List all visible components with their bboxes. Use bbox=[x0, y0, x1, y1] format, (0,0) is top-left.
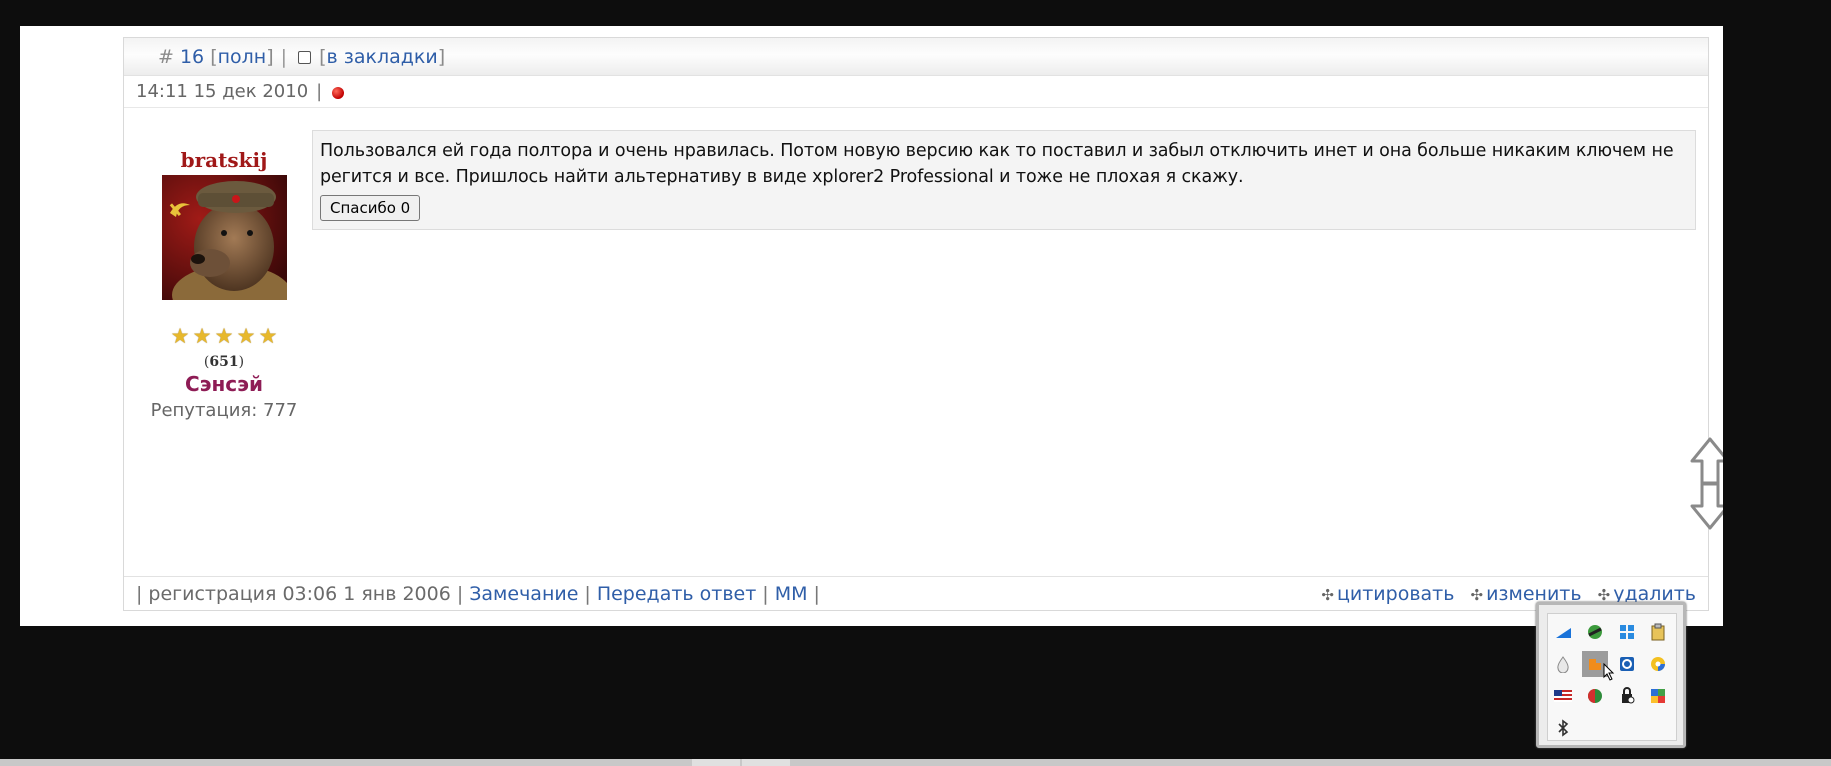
red-green-circle-icon[interactable] bbox=[1582, 683, 1608, 709]
scroll-up-down-icon[interactable] bbox=[1688, 436, 1723, 531]
post-hash: # bbox=[158, 45, 174, 68]
message-body: Пользовался ей года полтора и очень нрав… bbox=[312, 130, 1696, 230]
taskbar-button[interactable] bbox=[742, 759, 790, 766]
multicolor-app-icon[interactable] bbox=[1645, 683, 1671, 709]
star-icon: ★ bbox=[192, 324, 212, 348]
clipboard-icon[interactable] bbox=[1645, 619, 1671, 645]
windows-flag-icon[interactable] bbox=[1614, 619, 1640, 645]
separator: | bbox=[316, 81, 323, 102]
remark-link[interactable]: Замечание bbox=[469, 583, 578, 605]
username-link[interactable]: bratskij bbox=[124, 148, 324, 172]
private-message-link[interactable]: ММ bbox=[775, 583, 808, 605]
user-rank: Сэнсэй bbox=[184, 372, 264, 396]
registration-date: регистрация 03:06 1 янв 2006 bbox=[148, 582, 451, 605]
taskbar bbox=[0, 759, 1831, 766]
move-icon: ✣ bbox=[1470, 586, 1484, 604]
forum-post: # 16 [полн] | [в закладки] 14:11 15 дек … bbox=[123, 37, 1709, 611]
user-avatar[interactable] bbox=[161, 175, 287, 300]
separator: | bbox=[280, 45, 288, 68]
bluetooth-icon[interactable] bbox=[1550, 715, 1576, 741]
water-drop-icon[interactable] bbox=[1550, 651, 1576, 677]
post-number-link[interactable]: 16 bbox=[180, 46, 204, 68]
offline-status-icon bbox=[332, 86, 345, 99]
star-icon: ★ bbox=[236, 324, 256, 348]
message-text: Пользовался ей года полтора и очень нрав… bbox=[320, 141, 1674, 187]
usb-lock-icon[interactable] bbox=[1614, 683, 1640, 709]
post-date: 14:11 15 дек 2010 bbox=[136, 81, 309, 102]
browser-viewport: # 16 [полн] | [в закладки] 14:11 15 дек … bbox=[20, 26, 1723, 626]
message-count: (651) bbox=[203, 354, 245, 370]
star-icon: ★ bbox=[214, 324, 234, 348]
rating-stars: ★ ★ ★ ★ ★ bbox=[124, 324, 324, 348]
us-flag-icon[interactable] bbox=[1550, 683, 1576, 709]
post-footer: | регистрация 03:06 1 янв 2006 | Замечан… bbox=[124, 576, 1708, 610]
system-tray-overflow bbox=[1536, 602, 1686, 748]
bookmark-link[interactable]: в закладки bbox=[326, 46, 437, 68]
star-icon: ★ bbox=[170, 324, 190, 348]
thanks-button[interactable]: Спасибо 0 bbox=[320, 195, 421, 221]
forward-answer-link[interactable]: Передать ответ bbox=[597, 583, 756, 605]
color-wheel-icon[interactable] bbox=[1645, 651, 1671, 677]
taskbar-button[interactable] bbox=[692, 759, 740, 766]
quote-link[interactable]: цитировать bbox=[1337, 583, 1455, 605]
star-icon: ★ bbox=[258, 324, 278, 348]
full-link[interactable]: полн bbox=[218, 46, 267, 68]
blue-shield-icon[interactable] bbox=[1614, 651, 1640, 677]
mouse-cursor-icon bbox=[1603, 663, 1615, 681]
move-icon: ✣ bbox=[1321, 586, 1334, 604]
bookmark-checkbox[interactable] bbox=[298, 50, 312, 64]
network-signal-icon[interactable] bbox=[1550, 619, 1576, 645]
post-header: # 16 [полн] | [в закладки] bbox=[124, 38, 1708, 76]
green-globe-icon[interactable] bbox=[1582, 619, 1608, 645]
post-date-row: 14:11 15 дек 2010 | bbox=[124, 76, 1708, 108]
user-panel: bratskij ★ ★ ★ ★ ★ (651) Сэнсэй Репутаци… bbox=[124, 148, 324, 421]
user-reputation: Репутация: 777 bbox=[150, 400, 298, 421]
